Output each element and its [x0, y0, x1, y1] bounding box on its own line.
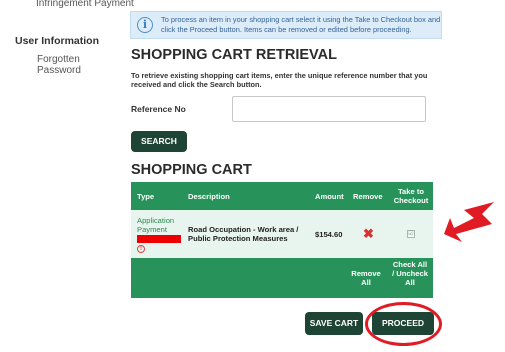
table-header: Type Description Amount Remove Take to C…	[131, 182, 433, 210]
info-icon: i	[137, 17, 153, 33]
shopping-cart-table: Type Description Amount Remove Take to C…	[131, 182, 433, 298]
header-take-to-checkout: Take to Checkout	[393, 187, 429, 205]
check-all-link[interactable]: Check All / Uncheck All	[391, 260, 429, 287]
header-remove: Remove	[353, 192, 383, 201]
header-amount: Amount	[315, 192, 344, 201]
remove-all-link[interactable]: Remove All	[349, 269, 383, 287]
reference-no-input[interactable]	[232, 96, 426, 122]
info-message: i To process an item in your shopping ca…	[130, 11, 442, 39]
header-type: Type	[137, 192, 155, 201]
sidebar-section-title: User Information	[15, 35, 100, 47]
annotation-circle	[365, 302, 442, 346]
table-footer: Remove All Check All / Uncheck All	[131, 258, 433, 298]
warning-icon: !	[137, 245, 145, 253]
row-type-link[interactable]: Application Payment	[137, 216, 187, 234]
take-to-checkout-checkbox[interactable]: ☑	[407, 230, 415, 238]
sidebar: Infringement Payment User Information Fo…	[0, 0, 134, 352]
retrieval-title: SHOPPING CART RETRIEVAL	[131, 47, 337, 63]
row-description: Road Occupation - Work area / Public Pro…	[188, 225, 299, 243]
redaction-bar	[137, 235, 181, 243]
annotation-arrow-icon	[444, 202, 494, 242]
info-message-text: To process an item in your shopping cart…	[161, 15, 441, 34]
reference-no-label: Reference No	[131, 104, 186, 114]
table-row: Application Payment ! Road Occupation - …	[131, 210, 433, 258]
save-cart-button[interactable]: SAVE CART	[305, 312, 363, 335]
row-amount: $154.60	[315, 230, 343, 239]
shopping-cart-title: SHOPPING CART	[131, 162, 252, 178]
header-description: Description	[188, 192, 230, 201]
sidebar-item-infringement-payment[interactable]: Infringement Payment	[36, 0, 134, 9]
search-button[interactable]: SEARCH	[131, 131, 187, 152]
retrieval-instructions: To retrieve existing shopping cart items…	[131, 71, 428, 89]
sidebar-item-forgotten-password[interactable]: Forgotten Password	[37, 54, 122, 76]
remove-item-icon[interactable]: ✖	[363, 226, 374, 242]
